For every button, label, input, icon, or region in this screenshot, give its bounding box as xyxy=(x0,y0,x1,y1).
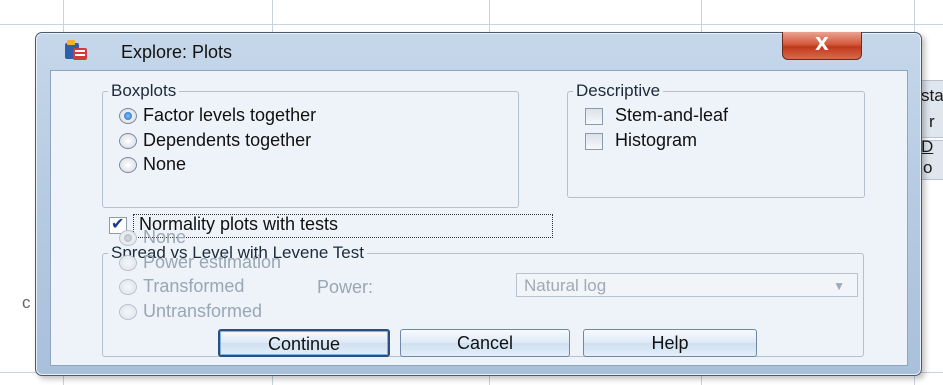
descriptive-group: Descriptive xyxy=(567,81,865,198)
power-label: Power: xyxy=(317,277,374,297)
background-cell-text: o xyxy=(923,158,933,177)
explore-plots-dialog: Explore: Plots X Boxplots Factor levels … xyxy=(35,32,922,376)
checkbox-icon xyxy=(585,133,603,150)
continue-button[interactable]: Continue xyxy=(218,329,390,357)
spss-app-icon xyxy=(64,39,88,61)
checkbox-icon xyxy=(585,108,603,125)
background-cell-text: D xyxy=(921,137,934,156)
background-cell-text: sta xyxy=(921,86,943,105)
checkbox-label: Histogram xyxy=(615,130,698,150)
radio-icon xyxy=(119,279,137,295)
radio-label: Dependents together xyxy=(143,130,312,150)
radio-icon xyxy=(119,304,137,320)
window-title: Explore: Plots xyxy=(121,42,233,62)
radio-label: Factor levels together xyxy=(143,105,317,125)
radio-label: None xyxy=(143,154,187,174)
radio-selected-icon xyxy=(119,230,137,246)
checkbox-label: Stem-and-leaf xyxy=(615,105,729,125)
radio-selected-icon xyxy=(119,108,137,124)
radio-icon xyxy=(119,255,137,271)
help-button[interactable]: Help xyxy=(583,329,757,357)
radio-icon xyxy=(119,157,137,173)
power-select[interactable]: Natural log ▼ xyxy=(516,273,858,297)
radio-label: Transformed xyxy=(143,276,245,296)
dialog-body: Boxplots Factor levels together Dependen… xyxy=(50,70,908,366)
radio-label: Untransformed xyxy=(143,301,263,321)
power-select-value: Natural log xyxy=(524,276,607,295)
background-cell-text: r xyxy=(929,112,935,131)
background-cell-text: c xyxy=(22,293,31,312)
radio-label: Power estimation xyxy=(143,252,282,272)
cancel-button[interactable]: Cancel xyxy=(400,329,570,357)
boxplots-legend: Boxplots xyxy=(111,81,177,100)
title-bar[interactable]: Explore: Plots X xyxy=(36,32,921,69)
descriptive-legend: Descriptive xyxy=(576,81,661,100)
radio-label: None xyxy=(143,227,187,247)
chevron-down-icon: ▼ xyxy=(833,279,845,293)
close-button[interactable]: X xyxy=(782,32,862,60)
radio-icon xyxy=(119,133,137,149)
